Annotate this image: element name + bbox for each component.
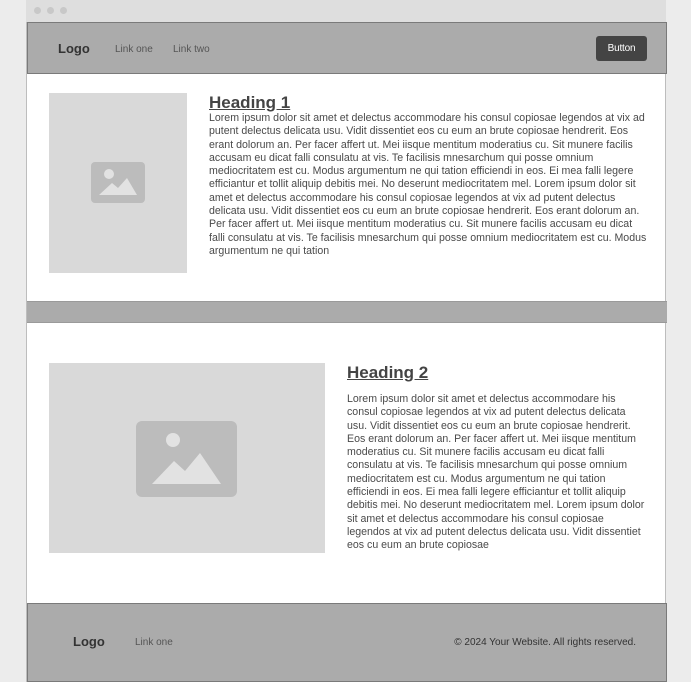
divider-band xyxy=(27,301,667,323)
image-placeholder xyxy=(49,363,325,553)
image-placeholder-icon xyxy=(91,162,145,203)
section-heading-1: Heading 1 xyxy=(209,93,291,112)
header-logo[interactable]: Logo xyxy=(58,41,90,56)
image-placeholder-icon xyxy=(136,421,237,497)
section-heading-2: Heading 2 xyxy=(347,363,429,382)
window-dot-icon[interactable] xyxy=(47,7,54,14)
page: Logo Link one Link two Button Heading 1 … xyxy=(26,22,667,682)
image-placeholder xyxy=(49,93,187,273)
window-dot-icon[interactable] xyxy=(60,7,67,14)
window-titlebar xyxy=(26,0,666,22)
footer: Logo Link one © 2024 Your Website. All r… xyxy=(27,603,667,682)
header-nav: Logo Link one Link two Button xyxy=(27,22,667,74)
section-paragraph-1: Lorem ipsum dolor sit amet et delectus a… xyxy=(209,112,647,257)
footer-copyright: © 2024 Your Website. All rights reserved… xyxy=(454,637,636,648)
window-dot-icon[interactable] xyxy=(34,7,41,14)
nav-link-two[interactable]: Link two xyxy=(173,44,210,55)
section-paragraph-2: Lorem ipsum dolor sit amet et delectus a… xyxy=(347,393,645,552)
header-button[interactable]: Button xyxy=(596,36,647,61)
nav-link-one[interactable]: Link one xyxy=(115,44,153,55)
footer-link-one[interactable]: Link one xyxy=(135,637,173,648)
footer-logo[interactable]: Logo xyxy=(73,634,105,649)
